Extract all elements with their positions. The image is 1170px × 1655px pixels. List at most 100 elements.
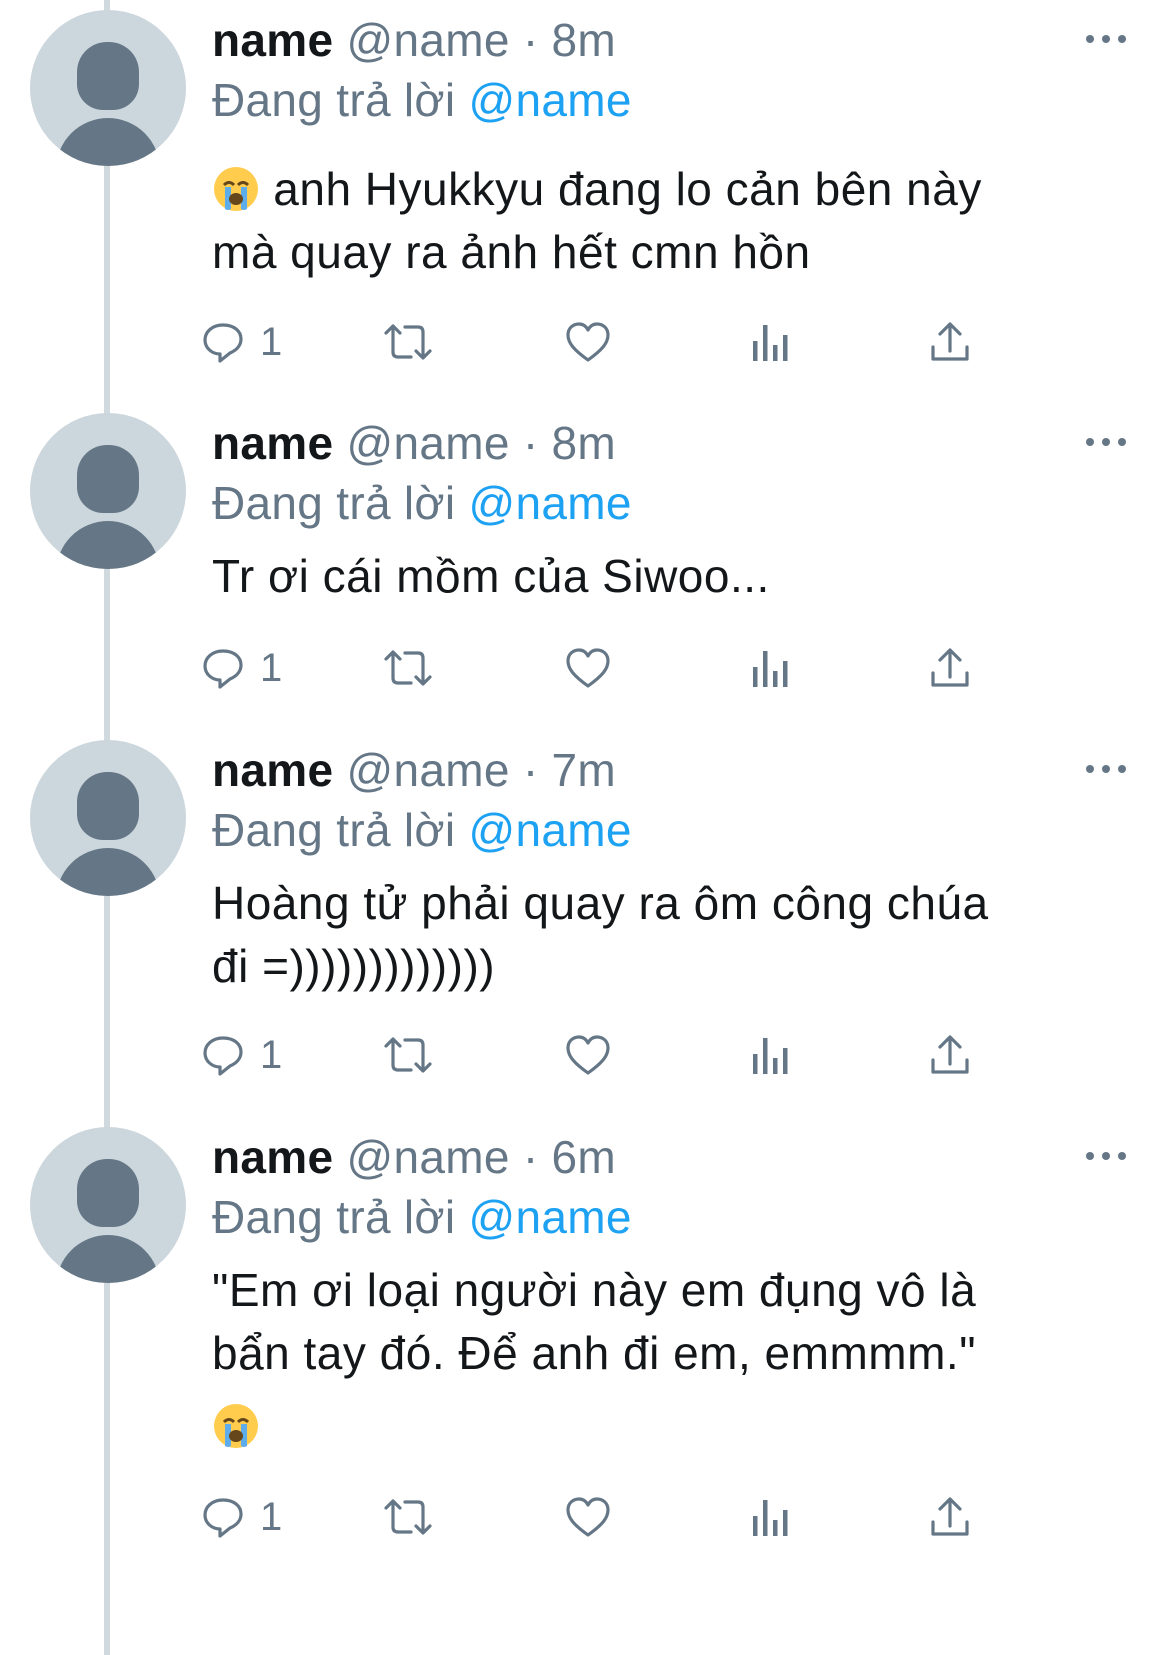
more-options-icon[interactable] [1086,764,1126,774]
retweet-icon [384,1499,432,1535]
tweet-text-line: mà quay ra ảnh hết cmn hồn [212,226,811,278]
avatar[interactable] [30,10,186,166]
reply-count: 1 [260,1033,283,1077]
tweet-text-line: anh Hyukkyu đang lo cản bên này [212,158,1132,221]
reply-button[interactable]: 1 [200,317,282,367]
timestamp[interactable]: 7m [552,744,617,796]
analytics-button[interactable] [750,643,792,693]
replying-to-label: Đang trả lời [212,804,456,856]
tweet-text-line-content: anh Hyukkyu đang lo cản bên này [273,163,982,215]
handle[interactable]: @name [346,1131,509,1183]
analytics-button[interactable] [750,317,792,367]
share-button[interactable] [928,1030,972,1080]
share-button[interactable] [928,643,972,693]
reply-icon [203,649,243,689]
retweet-icon [384,650,432,686]
share-button[interactable] [928,317,972,367]
timestamp[interactable]: 8m [552,417,617,469]
share-icon [931,1035,969,1074]
action-bar: 1 [0,317,1170,367]
more-options-icon[interactable] [1086,34,1126,44]
retweet-button[interactable] [382,1492,434,1542]
retweet-button[interactable] [382,1030,434,1080]
replying-to: Đang trả lời @name [212,475,632,531]
tweet-text-line: bẩn tay đó. Để anh đi em, emmmm." [212,1327,977,1379]
action-bar: 1 [0,643,1170,693]
timestamp[interactable]: 8m [552,14,617,66]
tweet-text-line: Hoàng tử phải quay ra ôm công chúa [212,877,989,929]
tweet-text-line: Tr ơi cái mồm của Siwoo... [212,550,770,602]
retweet-button[interactable] [382,643,434,693]
tweet-header: name @name · 7m [212,742,616,798]
separator: · [522,14,539,66]
tweet-text: "Em ơi loại người này em đụng vô là bẩn … [212,1259,1132,1458]
reply-button[interactable]: 1 [200,643,282,693]
display-name[interactable]: name [212,417,333,469]
tweet-text: Hoàng tử phải quay ra ôm công chúa đi =)… [212,872,1132,998]
tweet-text: Tr ơi cái mồm của Siwoo... [212,545,1132,608]
like-button[interactable] [564,1030,612,1080]
more-options-icon[interactable] [1086,1151,1126,1161]
reply-button[interactable]: 1 [200,1492,282,1542]
tweet-header: name @name · 6m [212,1129,616,1185]
analytics-icon [753,1500,788,1536]
action-bar: 1 [0,1492,1170,1542]
tweet-header: name @name · 8m [212,12,616,68]
share-icon [931,1497,969,1536]
handle[interactable]: @name [346,417,509,469]
retweet-icon [384,324,432,360]
heart-icon [566,1497,610,1537]
separator: · [522,1131,539,1183]
timestamp[interactable]: 6m [552,1131,617,1183]
replying-to-label: Đang trả lời [212,74,456,126]
display-name[interactable]: name [212,744,333,796]
reply-icon [203,1036,243,1076]
analytics-icon [753,325,788,361]
tweet-text: anh Hyukkyu đang lo cản bên này mà quay … [212,158,1132,284]
separator: · [522,417,539,469]
loudly-crying-face-emoji [214,167,258,211]
mention-link[interactable]: @name [469,74,632,126]
reply-icon [203,1498,243,1538]
avatar[interactable] [30,1127,186,1283]
reply-count: 1 [260,1495,283,1539]
action-bar: 1 [0,1030,1170,1080]
like-button[interactable] [564,643,612,693]
heart-icon [566,322,610,362]
replying-to-label: Đang trả lời [212,1191,456,1243]
replying-to: Đang trả lời @name [212,1189,632,1245]
handle[interactable]: @name [346,744,509,796]
analytics-icon [753,651,788,687]
mention-link[interactable]: @name [469,477,632,529]
replying-to-label: Đang trả lời [212,477,456,529]
tweet-text-line: đi =))))))))))))) [212,940,496,992]
loudly-crying-face-emoji [214,1404,258,1448]
retweet-button[interactable] [382,317,434,367]
analytics-button[interactable] [750,1492,792,1542]
avatar[interactable] [30,740,186,896]
share-button[interactable] [928,1492,972,1542]
display-name[interactable]: name [212,14,333,66]
separator: · [522,744,539,796]
tweet-text-line [212,1395,1132,1458]
share-icon [931,322,969,361]
reply-count: 1 [260,646,283,690]
avatar[interactable] [30,413,186,569]
handle[interactable]: @name [346,14,509,66]
retweet-icon [384,1037,432,1073]
analytics-icon [753,1038,788,1074]
analytics-button[interactable] [750,1030,792,1080]
like-button[interactable] [564,317,612,367]
heart-icon [566,1035,610,1075]
heart-icon [566,648,610,688]
share-icon [931,648,969,687]
tweet-text-line: "Em ơi loại người này em đụng vô là [212,1264,977,1316]
mention-link[interactable]: @name [469,1191,632,1243]
reply-button[interactable]: 1 [200,1030,282,1080]
replying-to: Đang trả lời @name [212,802,632,858]
like-button[interactable] [564,1492,612,1542]
more-options-icon[interactable] [1086,437,1126,447]
tweet-header: name @name · 8m [212,415,616,471]
display-name[interactable]: name [212,1131,333,1183]
mention-link[interactable]: @name [469,804,632,856]
